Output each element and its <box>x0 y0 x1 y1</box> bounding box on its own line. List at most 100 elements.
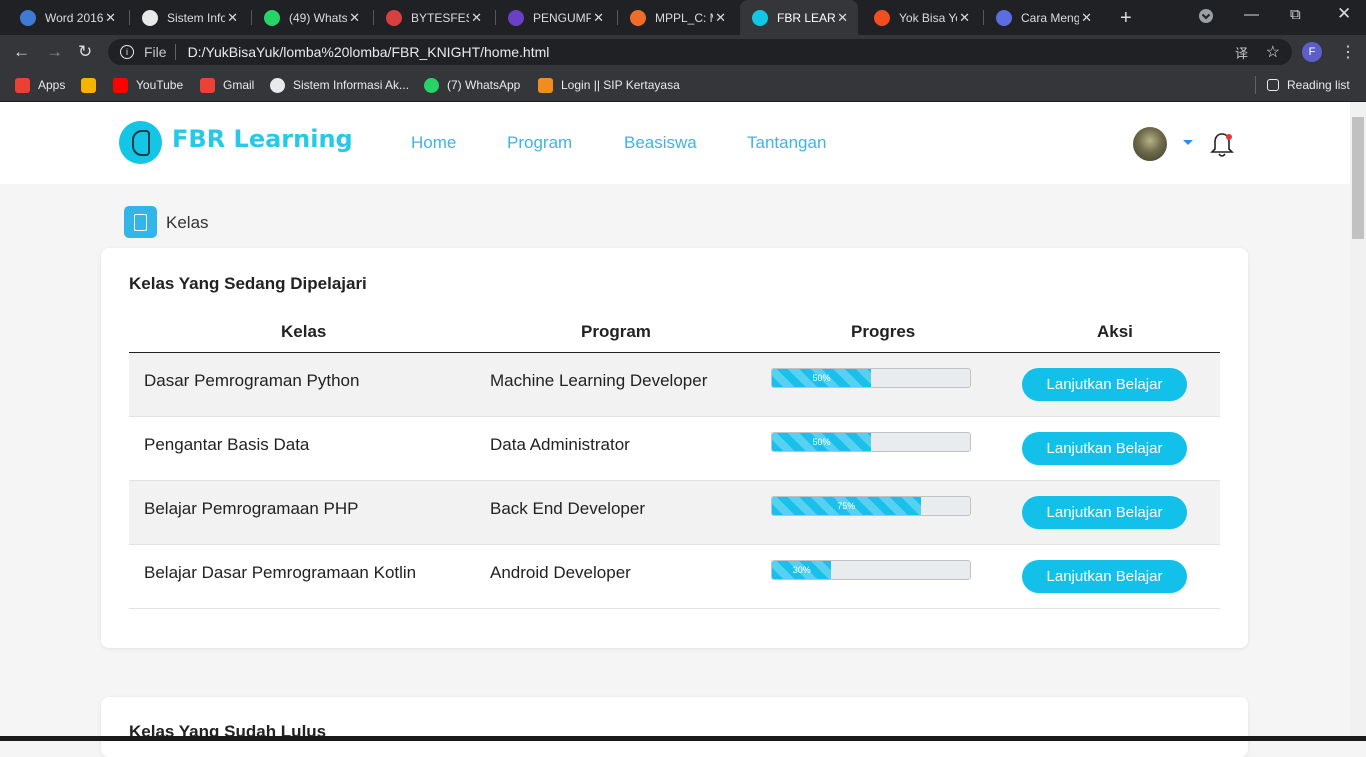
bookmark-favicon-icon <box>113 77 128 93</box>
cell-program: Back End Developer <box>490 499 645 518</box>
bookmark-label: (7) WhatsApp <box>447 78 521 92</box>
browser-tab[interactable]: PENGUMP ✕ <box>496 0 614 35</box>
tab-close-icon[interactable]: ✕ <box>959 10 970 26</box>
tab-title: FBR LEARN <box>777 10 835 25</box>
header-kelas: Kelas <box>281 322 327 341</box>
forward-icon[interactable]: → <box>46 42 63 62</box>
header-progres: Progres <box>851 322 916 341</box>
bookmark-favicon-icon <box>81 77 96 93</box>
continue-learning-button[interactable]: Lanjutkan Belajar <box>1022 560 1187 593</box>
continue-learning-button[interactable]: Lanjutkan Belajar <box>1022 368 1187 401</box>
cell-program: Machine Learning Developer <box>490 371 708 390</box>
tab-close-icon[interactable]: ✕ <box>715 10 726 26</box>
reading-list-label: Reading list <box>1287 78 1350 92</box>
url-divider <box>174 44 176 60</box>
translate-icon[interactable]: 译 <box>1235 43 1248 62</box>
progress-fill: 30% <box>772 561 832 579</box>
section-title: Kelas <box>166 213 209 232</box>
tab-title: BYTESFEST <box>411 10 469 25</box>
bookmark-divider <box>1255 76 1256 94</box>
bookmark-favicon-icon <box>538 77 553 93</box>
bookmark-item[interactable]: Gmail <box>200 76 254 94</box>
tab-close-icon[interactable]: ✕ <box>837 10 848 26</box>
profile-avatar[interactable]: F <box>1302 42 1322 62</box>
progress-bar: 30% <box>771 560 971 580</box>
tab-title: Cara Meng <box>1021 10 1079 25</box>
current-classes-title: Kelas Yang Sedang Dipelajari <box>129 274 367 293</box>
tab-favicon-icon <box>264 9 280 26</box>
bookmark-favicon-icon <box>424 77 439 93</box>
new-tab-button[interactable]: + <box>1120 7 1132 30</box>
tab-title: (49) Whats <box>289 10 347 25</box>
tab-close-icon[interactable]: ✕ <box>593 10 604 26</box>
browser-tab[interactable]: (49) Whats ✕ <box>252 0 370 35</box>
bookmark-item[interactable]: YouTube <box>113 76 183 94</box>
bookmark-item[interactable] <box>81 76 104 94</box>
back-icon[interactable]: ← <box>13 42 30 62</box>
browser-tab[interactable]: Word 2016 ✕ <box>8 0 126 35</box>
tab-close-icon[interactable]: ✕ <box>227 10 238 26</box>
url-text[interactable]: D:/YukBisaYuk/lomba%20lomba/FBR_KNIGHT/h… <box>188 44 550 60</box>
brand-name[interactable]: FBR Learning <box>172 125 353 153</box>
browser-tab[interactable]: Sistem Info ✕ <box>130 0 248 35</box>
bookmark-item[interactable]: Sistem Informasi Ak... <box>270 76 409 94</box>
tab-close-icon[interactable]: ✕ <box>1081 10 1092 26</box>
bookmark-label: YouTube <box>136 78 184 92</box>
browser-tab[interactable]: Yok Bisa Yo ✕ <box>862 0 980 35</box>
url-scheme: File <box>144 44 167 60</box>
progress-bar: 50% <box>771 432 971 452</box>
bookmark-item[interactable]: Login || SIP Kertayasa <box>538 76 680 94</box>
tab-close-icon[interactable]: ✕ <box>105 10 116 26</box>
reading-list-button[interactable]: Reading list <box>1267 76 1350 94</box>
user-avatar[interactable] <box>1133 127 1167 161</box>
bookmark-star-icon[interactable]: ☆ <box>1266 42 1280 62</box>
bookmark-favicon-icon <box>15 77 30 93</box>
bell-icon[interactable] <box>1210 131 1234 164</box>
browser-tab[interactable]: MPPL_C: M✕ <box>618 0 736 35</box>
browser-tab[interactable]: Cara Meng ✕ <box>984 0 1102 35</box>
progress-fill: 75% <box>772 497 921 515</box>
continue-learning-button[interactable]: Lanjutkan Belajar <box>1022 496 1187 529</box>
progress-bar: 75% <box>771 496 971 516</box>
cell-program: Android Developer <box>490 563 631 582</box>
browser-tab[interactable]: FBR LEARN✕ <box>740 0 858 35</box>
scrollbar-thumb[interactable] <box>1352 117 1364 239</box>
tab-title: Yok Bisa Yo <box>899 10 957 25</box>
nav-home[interactable]: Home <box>411 133 456 153</box>
progress-fill: 50% <box>772 369 871 387</box>
bookmark-item[interactable]: Apps <box>15 76 65 94</box>
logo-icon[interactable] <box>119 121 162 164</box>
chevron-down-icon[interactable] <box>1183 140 1193 145</box>
nav-beasiswa[interactable]: Beasiswa <box>624 133 697 153</box>
cell-kelas: Belajar Dasar Pemrogramaan Kotlin <box>144 563 417 582</box>
tab-search-icon[interactable] <box>1198 8 1214 28</box>
cell-program: Data Administrator <box>490 435 630 454</box>
tab-close-icon[interactable]: ✕ <box>349 10 360 26</box>
table-row: Belajar Dasar Pemrogramaan Kotlin Android… <box>129 545 1220 609</box>
omnibox[interactable]: i File D:/YukBisaYuk/lomba%20lomba/FBR_K… <box>108 39 1292 65</box>
bookmark-label: Login || SIP Kertayasa <box>561 78 680 92</box>
nav-program[interactable]: Program <box>507 133 572 153</box>
table-row: Belajar Pemrogramaan PHP Back End Develop… <box>129 481 1220 545</box>
minimize-icon[interactable]: — <box>1244 6 1259 23</box>
continue-learning-button[interactable]: Lanjutkan Belajar <box>1022 432 1187 465</box>
bookmark-item[interactable]: (7) WhatsApp <box>424 76 520 94</box>
close-window-icon[interactable]: ✕ <box>1337 4 1351 24</box>
reload-icon[interactable]: ↻ <box>78 42 92 62</box>
browser-tab[interactable]: BYTESFEST✕ <box>374 0 492 35</box>
progress-fill: 50% <box>772 433 871 451</box>
nav-tantangan[interactable]: Tantangan <box>747 133 826 153</box>
taskbar-edge <box>0 736 1366 741</box>
maximize-icon[interactable]: ⧉ <box>1290 6 1301 23</box>
header-aksi: Aksi <box>1097 322 1133 341</box>
bookmark-label: Gmail <box>223 78 255 92</box>
tab-title: Word 2016 <box>45 10 103 25</box>
reading-list-icon <box>1267 79 1279 91</box>
tab-close-icon[interactable]: ✕ <box>471 10 482 26</box>
tab-favicon-icon <box>874 9 890 26</box>
menu-kebab-icon[interactable]: ⋮ <box>1340 42 1356 62</box>
info-icon[interactable]: i <box>120 45 134 59</box>
tab-title: Sistem Info <box>167 10 225 25</box>
cell-kelas: Pengantar Basis Data <box>144 435 310 454</box>
bookmark-label: Apps <box>38 78 66 92</box>
